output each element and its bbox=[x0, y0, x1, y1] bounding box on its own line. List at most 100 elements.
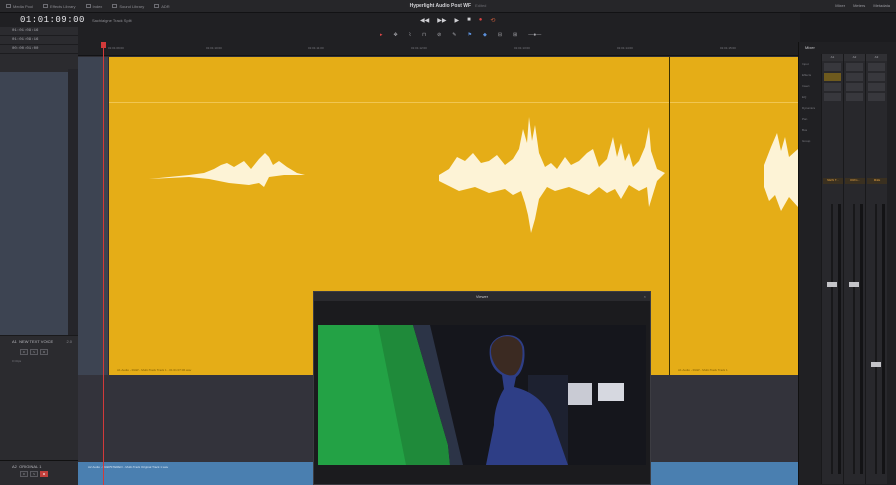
mixer-row-label: Insert bbox=[802, 84, 810, 88]
mixer-channel-a1[interactable]: A1 NEW T... bbox=[821, 54, 843, 484]
sound-library-icon bbox=[112, 4, 118, 8]
sound-library-button[interactable]: Sound Library bbox=[112, 4, 144, 9]
mixer-row-label: Bus bbox=[802, 128, 808, 132]
ruler-tick: 01:01:10:00 bbox=[206, 46, 222, 50]
viewer-title[interactable]: Viewer bbox=[314, 292, 650, 301]
snapping-icon[interactable]: ⊓ bbox=[422, 32, 426, 38]
ruler-tick: 01:01:12:00 bbox=[411, 46, 427, 50]
ruler-tick: 01:01:14:00 bbox=[617, 46, 633, 50]
mixer-row-label: Effects bbox=[802, 73, 812, 77]
index-button[interactable]: Index bbox=[85, 4, 102, 9]
metadata-toggle[interactable]: Metadata bbox=[873, 3, 890, 8]
channel-header: A1 bbox=[822, 54, 843, 61]
fader-knob[interactable] bbox=[871, 362, 881, 367]
timecode-row: 00:00:01:00 bbox=[0, 45, 78, 54]
timeline-name-dropdown[interactable]: Sachlaigne Track Split bbox=[92, 18, 132, 23]
mixer-toggle[interactable]: Mixer bbox=[835, 3, 845, 8]
track-index: A2 bbox=[12, 464, 17, 469]
stop-icon[interactable]: ■ bbox=[467, 17, 471, 24]
track-level: 2.0 bbox=[66, 339, 72, 344]
mixer-channel-a3[interactable]: A3 M&E bbox=[865, 54, 887, 484]
insert-slot[interactable] bbox=[824, 83, 841, 91]
flag-icon[interactable]: ⚑ bbox=[467, 32, 471, 38]
timecode-row: 01:01:09:16 bbox=[0, 27, 78, 36]
mixer-panel: Mixer Input Effects Insert EQ Dynamics P… bbox=[798, 42, 896, 485]
timecode-display: 01:01:09:00 bbox=[20, 15, 85, 25]
loop-icon[interactable]: ⟲ bbox=[490, 17, 495, 24]
mute-button[interactable]: M bbox=[40, 471, 48, 477]
meters-toggle[interactable]: Meters bbox=[853, 3, 865, 8]
fast-forward-icon[interactable]: ▶▶ bbox=[437, 17, 446, 24]
track-header-panel: 01:01:09:16 01:01:09:16 00:00:01:00 A1 N… bbox=[0, 27, 78, 485]
selection-tool-icon[interactable]: ▸ bbox=[380, 32, 383, 38]
pencil-icon[interactable]: ✎ bbox=[452, 32, 456, 38]
solo-button[interactable]: S bbox=[30, 471, 38, 477]
rewind-icon[interactable]: ◀◀ bbox=[420, 17, 429, 24]
index-icon bbox=[85, 4, 91, 8]
effects-slot[interactable] bbox=[824, 73, 841, 81]
insert-slot[interactable] bbox=[846, 83, 863, 91]
fader-track bbox=[875, 204, 877, 474]
arm-button[interactable]: R bbox=[20, 349, 28, 355]
eq-slot[interactable] bbox=[846, 93, 863, 101]
fader-knob[interactable] bbox=[849, 282, 859, 287]
eq-slot[interactable] bbox=[868, 93, 885, 101]
zoom-slider[interactable]: —●— bbox=[528, 32, 541, 38]
project-status: Edited bbox=[475, 3, 487, 8]
input-slot[interactable] bbox=[846, 63, 863, 71]
effects-slot[interactable] bbox=[868, 73, 885, 81]
timeline-header: 01:01:09:00 Sachlaigne Track Split ◀◀ ▶▶… bbox=[0, 13, 800, 27]
track-header-a2[interactable]: A2 ORIGINAL 1 R S M bbox=[0, 460, 78, 485]
record-icon[interactable]: ● bbox=[479, 17, 483, 24]
mixer-title: Mixer bbox=[805, 45, 815, 50]
playhead[interactable] bbox=[103, 42, 104, 485]
media-pool-button[interactable]: Media Pool bbox=[6, 4, 33, 9]
clip-edit-point[interactable] bbox=[669, 57, 670, 375]
level-meter bbox=[838, 204, 841, 474]
mixer-row-label: EQ bbox=[802, 95, 807, 99]
link-icon[interactable]: ⊘ bbox=[437, 32, 441, 38]
mixer-channel-a2[interactable]: A2 ORIG... bbox=[843, 54, 865, 484]
track-header-a1[interactable]: A1 NEW TEXT VOICE 2.0 R S M 0 Clips bbox=[0, 335, 78, 455]
close-icon[interactable]: × bbox=[644, 294, 646, 299]
blade-tool-icon[interactable]: ⌇ bbox=[409, 32, 411, 38]
ruler-tick: 01:01:13:00 bbox=[514, 46, 530, 50]
mixer-row-label: Pan bbox=[802, 117, 808, 121]
input-slot[interactable] bbox=[824, 63, 841, 71]
range-tool-icon[interactable]: ✥ bbox=[394, 32, 398, 38]
project-title: Hyperlight Audio Post WF bbox=[409, 3, 472, 9]
video-frame bbox=[318, 325, 646, 465]
track-divider[interactable] bbox=[68, 69, 78, 362]
track-name[interactable]: ORIGINAL 1 bbox=[19, 464, 41, 469]
channel-header: A3 bbox=[866, 54, 887, 61]
zoom-in-icon[interactable]: ⊞ bbox=[513, 32, 517, 38]
arm-button[interactable]: R bbox=[20, 471, 28, 477]
input-slot[interactable] bbox=[868, 63, 885, 71]
marker-icon[interactable]: ◆ bbox=[483, 32, 487, 38]
fader-track bbox=[853, 204, 855, 474]
viewer-window[interactable]: Viewer × bbox=[313, 291, 651, 485]
track-index: A1 bbox=[12, 339, 17, 344]
level-meter bbox=[882, 204, 885, 474]
fader-knob[interactable] bbox=[827, 282, 837, 287]
adr-button[interactable]: ADR bbox=[154, 4, 170, 9]
effects-icon bbox=[43, 4, 49, 8]
top-menu-bar: Media Pool Effects Library Index Sound L… bbox=[0, 0, 896, 13]
adr-icon bbox=[154, 4, 160, 8]
play-icon[interactable]: ▶ bbox=[454, 17, 459, 24]
eq-slot[interactable] bbox=[824, 93, 841, 101]
timeline-ruler[interactable]: 01:01:09:00 01:01:10:00 01:01:11:00 01:0… bbox=[78, 42, 798, 56]
mute-button[interactable]: M bbox=[40, 349, 48, 355]
clip-label: A2 Audio - RAW/STEREO - Multi-Track Orig… bbox=[88, 465, 169, 469]
effects-slot[interactable] bbox=[846, 73, 863, 81]
track-name[interactable]: NEW TEXT VOICE bbox=[19, 339, 53, 344]
zoom-out-icon[interactable]: ⊟ bbox=[498, 32, 502, 38]
insert-slot[interactable] bbox=[868, 83, 885, 91]
edit-toolbar: ▸ ✥ ⌇ ⊓ ⊘ ✎ ⚑ ◆ ⊟ ⊞ —●— bbox=[0, 27, 800, 42]
effects-library-button[interactable]: Effects Library bbox=[43, 4, 76, 9]
fader-track bbox=[831, 204, 833, 474]
ruler-tick: 01:01:15:00 bbox=[720, 46, 736, 50]
solo-button[interactable]: S bbox=[30, 349, 38, 355]
channel-name: NEW T... bbox=[823, 178, 843, 184]
channel-name: ORIG... bbox=[845, 178, 865, 184]
